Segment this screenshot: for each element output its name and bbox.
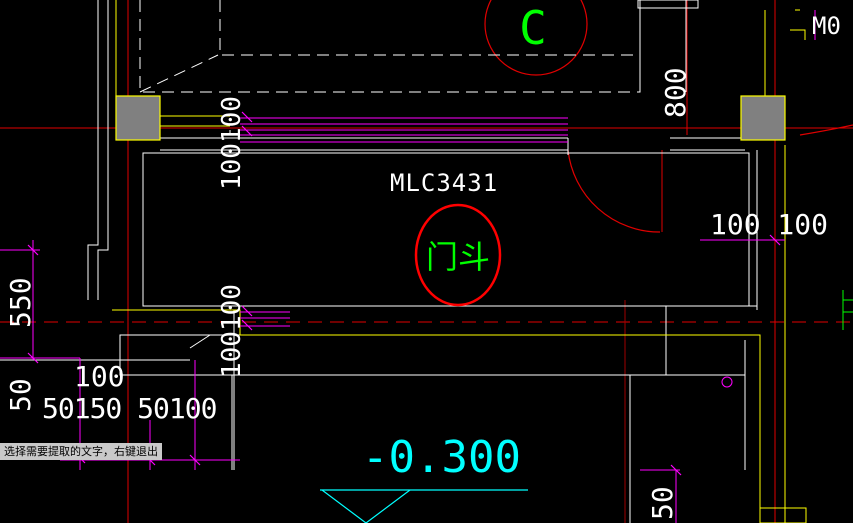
door-swing-arc <box>567 149 661 233</box>
door-note[interactable]: 门斗 <box>426 238 490 276</box>
door-swing-arc-right <box>799 124 853 136</box>
dim-bottom-chain[interactable]: 50150 50100 <box>42 392 218 425</box>
door-window-code[interactable]: MLC3431 <box>390 169 498 197</box>
dim-right-wall[interactable]: 100 100 <box>710 208 828 241</box>
dim-left-upper[interactable]: 550 <box>4 277 37 328</box>
dim-wall-top-vertical[interactable]: 100100 <box>217 96 247 190</box>
command-prompt: 选择需要提取的文字，右键退出 <box>0 443 162 460</box>
dim-wall-bottom-vertical[interactable]: 100100 <box>217 284 247 378</box>
right-edge-glyph <box>842 290 853 330</box>
step-outline <box>119 334 667 376</box>
column-right <box>740 95 786 141</box>
dim-left-lower[interactable]: 50 <box>4 378 37 412</box>
door-label-partial[interactable]: M0 <box>812 12 841 40</box>
point-marker <box>721 376 733 388</box>
elevation-symbol <box>320 489 528 523</box>
dim-bottom-right[interactable]: 50 <box>646 486 679 520</box>
elevation-text[interactable]: -0.300 <box>362 432 521 483</box>
column-left <box>115 95 161 141</box>
dim-right-opening[interactable]: 800 <box>659 67 692 118</box>
grid-axis-label: C <box>519 1 547 55</box>
dashed-outline <box>139 0 641 93</box>
dim-left-wall-top[interactable]: 100 <box>74 360 125 393</box>
